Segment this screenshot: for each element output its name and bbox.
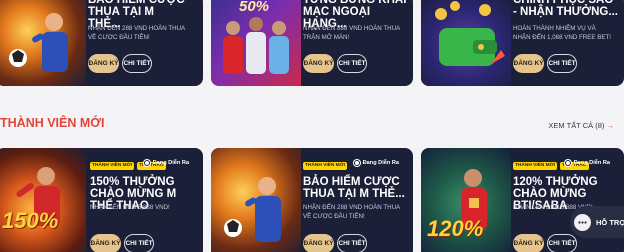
new-member-tag: THÀNH VIÊN MỚI (90, 161, 135, 170)
promo-banner-image: 120% (421, 148, 511, 252)
promo-description: NHẬN ĐẾN 288 VND HOÀN THUA VỀ CƯỢC ĐẦU T… (88, 25, 185, 41)
promo-banner-image (0, 0, 86, 86)
status-badge: Đang Diễn Ra (143, 160, 189, 166)
status-badge: Đang Diễn Ra (353, 160, 399, 166)
status-text: Đang Diễn Ra (362, 160, 399, 166)
footballer-illustration (16, 167, 60, 226)
live-dot-icon (143, 160, 150, 166)
details-button[interactable]: CHI TIẾT (122, 54, 152, 73)
details-button[interactable]: CHI TIẾT (337, 234, 367, 252)
chat-bubble-icon (574, 213, 591, 231)
register-button[interactable]: ĐĂNG KÝ (90, 234, 121, 252)
support-chat-button[interactable]: HỖ TRỢ (570, 206, 624, 238)
register-button[interactable]: ĐĂNG KÝ (303, 234, 334, 252)
support-label: HỖ TRỢ (596, 217, 624, 227)
chat-dots-glyph (578, 220, 587, 224)
promo-banner-image: 50% (211, 0, 301, 86)
promo-banner-image: 150% (0, 148, 86, 252)
promo-badge-text: 50% (239, 0, 270, 15)
register-button[interactable]: ĐĂNG KÝ (513, 54, 544, 73)
footballer-illustration (9, 13, 68, 72)
live-dot-icon (564, 160, 571, 166)
register-button[interactable]: ĐĂNG KÝ (88, 54, 119, 73)
live-dot-icon (353, 160, 360, 166)
promo-card[interactable]: CHÍNH PHỤC SAO - NHẬN THƯỞNG... HOÀN THÀ… (421, 0, 624, 86)
promo-card[interactable]: THÀNH VIÊN MỚI Đang Diễn Ra BẢO HIỂM CƯỢ… (211, 148, 413, 252)
promo-badge-text: 150% (2, 208, 59, 233)
page: { "top_cards": [ { "title": "BẢO HIỂM CƯ… (0, 0, 624, 252)
status-text: Đang Diễn Ra (573, 160, 610, 166)
promo-card[interactable]: BẢO HIỂM CƯỢC THUA TẠI M THẺ... NHẬN ĐẾN… (0, 0, 203, 86)
promo-title: CHÍNH PHỤC SAO - NHẬN THƯỞNG... (513, 0, 618, 18)
promo-description: NHẬN LÊN ĐẾN 5,888 VND! (90, 204, 170, 211)
details-button[interactable]: CHI TIẾT (547, 54, 577, 73)
promo-description: NHẬN ĐẾN 288 VND HOÀN THUA VỀ CƯỢC ĐẦU T… (303, 204, 400, 220)
wallet-illustration (435, 1, 505, 66)
promo-banner-image (421, 0, 511, 86)
details-button[interactable]: CHI TIẾT (337, 54, 367, 73)
promo-description: HOÀN THÀNH NHIỆM VỤ VÀ NHẬN ĐẾN 1,088 VN… (513, 25, 611, 41)
promo-badge-text: 120% (427, 216, 484, 241)
see-all-link[interactable]: XEM TẤT CẢ (8) → (548, 121, 614, 130)
promo-card[interactable]: 50% TƯNG BỪNG KHAI MẠC NGOẠI HẠNG... NHẬ… (211, 0, 413, 86)
arrow-right-icon: → (606, 121, 615, 130)
see-all-label: XEM TẤT CẢ (8) (548, 121, 605, 130)
section-title: THÀNH VIÊN MỚI (0, 116, 105, 130)
promo-card[interactable]: 150% THÀNH VIÊN MỚI THỂ THAO Đang Diễn R… (0, 148, 203, 252)
new-member-tag: THÀNH VIÊN MỚI (513, 161, 558, 170)
details-button[interactable]: CHI TIẾT (124, 234, 154, 252)
details-button[interactable]: CHI TIẾT (547, 234, 577, 252)
register-button[interactable]: ĐĂNG KÝ (513, 234, 544, 252)
promo-title: BẢO HIỂM CƯỢC THUA TẠI M THẺ... (303, 176, 405, 200)
register-button[interactable]: ĐĂNG KÝ (303, 54, 334, 73)
footballer-illustration (224, 177, 281, 242)
promo-banner-image (211, 148, 301, 252)
promo-description: NHẬN ĐẾN 888 VND HOÀN THUA TRẬN MỞ MÀN! (303, 25, 400, 41)
tag-group: THÀNH VIÊN MỚI (303, 161, 348, 170)
new-member-tag: THÀNH VIÊN MỚI (303, 161, 348, 170)
status-badge: Đang Diễn Ra (564, 160, 610, 166)
status-text: Đang Diễn Ra (152, 160, 189, 166)
